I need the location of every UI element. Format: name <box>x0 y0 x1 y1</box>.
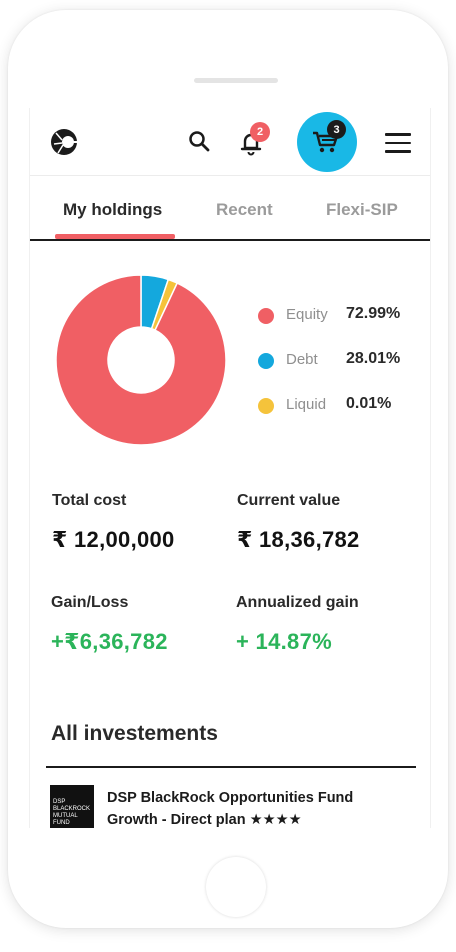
hamburger-menu-icon[interactable] <box>385 133 411 153</box>
legend-item-liquid: Liquid 0.01% <box>258 394 428 416</box>
legend-label: Equity <box>286 306 328 323</box>
gain-loss-label: Gain/Loss <box>51 594 129 611</box>
notification-count-badge: 2 <box>250 122 270 142</box>
legend-item-debt: Debt 28.01% <box>258 349 428 371</box>
holdings-tabs: My holdings Recent Flexi-SIP <box>30 176 430 241</box>
donut-slice-equity <box>55 274 227 446</box>
current-value-value: ₹ 18,36,782 <box>237 527 360 552</box>
annualized-gain-value: + 14.87% <box>236 629 332 654</box>
total-cost-label: Total cost <box>52 492 127 509</box>
legend-item-equity: Equity 72.99% <box>258 304 428 326</box>
home-button[interactable] <box>206 857 266 917</box>
legend-dot-equity <box>258 308 274 324</box>
active-tab-indicator <box>55 234 175 239</box>
legend-label: Debt <box>286 351 318 368</box>
legend-value: 72.99% <box>346 305 401 322</box>
fund-name[interactable]: DSP BlackRock Opportunities Fund Growth … <box>107 787 407 828</box>
section-divider <box>46 766 416 768</box>
total-cost-value: ₹ 12,00,000 <box>52 527 175 552</box>
search-icon[interactable] <box>188 130 210 152</box>
app-header: 2 3 <box>30 108 430 176</box>
app-logo-icon[interactable] <box>50 128 78 156</box>
legend-label: Liquid <box>286 396 327 413</box>
phone-speaker <box>194 78 278 83</box>
annualized-gain-label: Annualized gain <box>236 594 359 611</box>
fund-logo: DSP BLACKROCK MUTUAL FUND <box>50 785 94 828</box>
gain-loss-value: +₹6,36,782 <box>51 629 168 654</box>
legend-value: 0.01% <box>346 395 392 412</box>
tab-flexi-sip[interactable]: Flexi-SIP <box>326 200 398 220</box>
legend-dot-liquid <box>258 398 274 414</box>
cart-count-badge: 3 <box>327 120 346 139</box>
allocation-donut-chart <box>55 274 227 446</box>
legend-value: 28.01% <box>346 350 401 367</box>
app-screen: 2 3 My holdings Recent Flexi-SIP Equity … <box>29 108 431 828</box>
all-investments-title: All investements <box>51 722 218 745</box>
tab-my-holdings[interactable]: My holdings <box>63 200 162 220</box>
tab-recent[interactable]: Recent <box>216 200 273 220</box>
legend-dot-debt <box>258 353 274 369</box>
current-value-label: Current value <box>237 492 341 509</box>
